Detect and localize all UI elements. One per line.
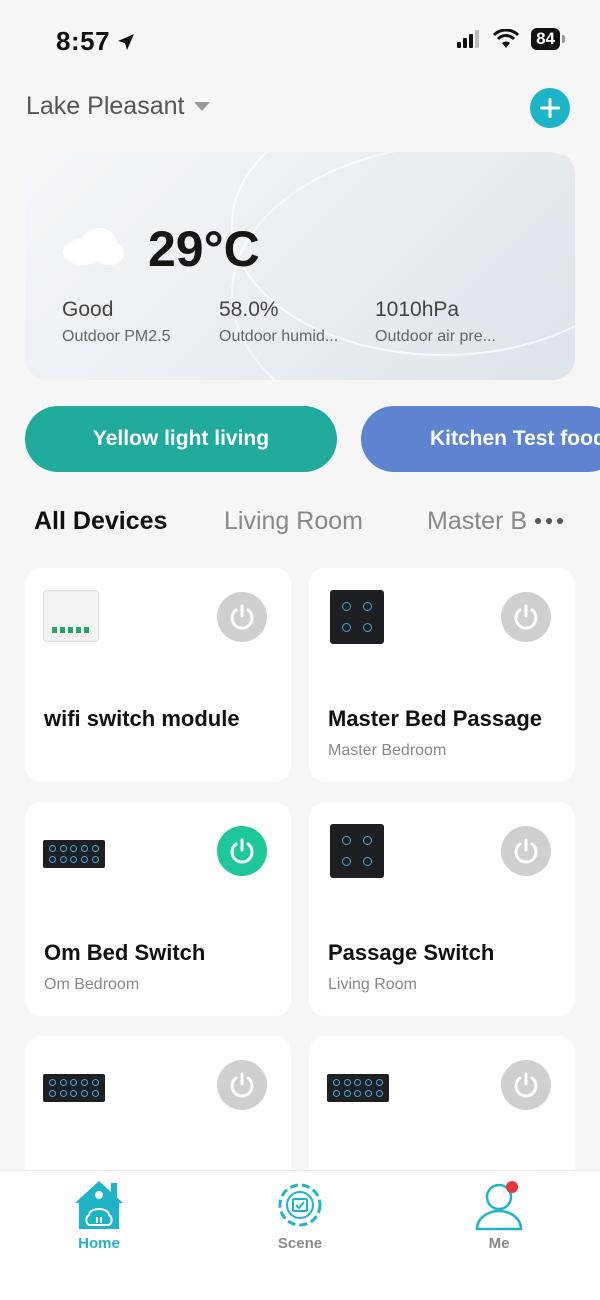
scene-label: Kitchen Test food <box>430 427 600 450</box>
home-name: Lake Pleasant <box>26 92 185 120</box>
metric-pm25: Good Outdoor PM2.5 <box>62 298 202 346</box>
power-icon <box>514 838 538 864</box>
scene-button[interactable]: Kitchen Test food <box>361 406 600 472</box>
status-time: 8:57 <box>56 26 136 57</box>
home-icon <box>75 1181 123 1229</box>
time-text: 8:57 <box>56 26 111 56</box>
nav-home[interactable]: Home <box>39 1177 159 1252</box>
switch-panel-image <box>43 840 105 868</box>
nav-scene[interactable]: Scene <box>240 1177 360 1252</box>
notification-dot <box>506 1181 518 1193</box>
home-selector[interactable]: Lake Pleasant <box>26 92 211 121</box>
device-card[interactable]: Master Bed Passage Master Bedroom <box>309 568 575 782</box>
device-card[interactable]: wifi switch module <box>25 568 291 782</box>
metric-value: 1010hPa <box>375 298 460 321</box>
metric-label: Outdoor air pre... <box>375 328 496 345</box>
nav-label: Me <box>488 1235 510 1252</box>
device-name: Master Bed Passage <box>328 706 542 731</box>
user-profile-icon <box>475 1181 523 1231</box>
cellular-signal-icon <box>457 30 480 48</box>
device-card[interactable]: Om Bed Switch Om Bedroom <box>25 802 291 1016</box>
power-button[interactable] <box>217 826 267 876</box>
switch-panel-image <box>330 590 384 644</box>
switch-panel-image <box>330 824 384 878</box>
tab-master-bedroom[interactable]: Master B <box>427 507 527 536</box>
device-room: Living Room <box>328 976 417 993</box>
nav-me[interactable]: Me <box>439 1177 559 1252</box>
nav-label: Home <box>78 1235 120 1252</box>
switch-panel-image <box>327 1074 389 1102</box>
scene-gear-icon <box>278 1183 322 1227</box>
weather-card[interactable]: 29°C Good Outdoor PM2.5 58.0% Outdoor hu… <box>25 152 575 380</box>
metric-humidity: 58.0% Outdoor humid... <box>219 298 359 346</box>
plus-icon <box>540 98 560 118</box>
power-icon <box>514 1072 538 1098</box>
power-icon <box>514 604 538 630</box>
power-icon <box>230 838 254 864</box>
device-name: Passage Switch <box>328 940 495 965</box>
tab-all-devices[interactable]: All Devices <box>34 507 167 536</box>
location-arrow-icon <box>118 33 135 50</box>
battery-level: 84 <box>531 28 565 50</box>
status-icons: 84 <box>457 28 565 50</box>
metric-label: Outdoor PM2.5 <box>62 328 171 345</box>
metric-air-pressure: 1010hPa Outdoor air pre... <box>375 298 515 346</box>
power-button[interactable] <box>217 1060 267 1110</box>
switch-module-image <box>43 590 99 642</box>
add-button[interactable] <box>530 88 570 128</box>
power-icon <box>230 604 254 630</box>
cloud-icon <box>63 228 124 265</box>
power-button[interactable] <box>501 826 551 876</box>
wifi-icon <box>493 29 520 48</box>
nav-label: Scene <box>277 1235 323 1252</box>
device-name: wifi switch module <box>44 706 240 731</box>
device-room: Master Bedroom <box>328 742 447 759</box>
metric-label: Outdoor humid... <box>219 328 339 345</box>
device-name: Om Bed Switch <box>44 940 206 965</box>
temperature: 29°C <box>148 221 260 277</box>
more-tabs-button[interactable] <box>528 507 564 541</box>
scene-button[interactable]: Yellow light living <box>25 406 337 472</box>
power-icon <box>230 1072 254 1098</box>
power-button[interactable] <box>501 1060 551 1110</box>
switch-panel-image <box>43 1074 105 1102</box>
more-dots-icon <box>535 518 563 524</box>
metric-value: 58.0% <box>219 298 279 321</box>
bottom-nav: Home Scene Me <box>0 1170 600 1300</box>
tab-living-room[interactable]: Living Room <box>224 507 363 536</box>
caret-down-icon <box>194 101 211 111</box>
power-button[interactable] <box>217 592 267 642</box>
power-button[interactable] <box>501 592 551 642</box>
device-room: Om Bedroom <box>44 976 140 993</box>
metric-value: Good <box>62 298 114 321</box>
device-card[interactable]: Passage Switch Living Room <box>309 802 575 1016</box>
scene-label: Yellow light living <box>92 427 270 450</box>
